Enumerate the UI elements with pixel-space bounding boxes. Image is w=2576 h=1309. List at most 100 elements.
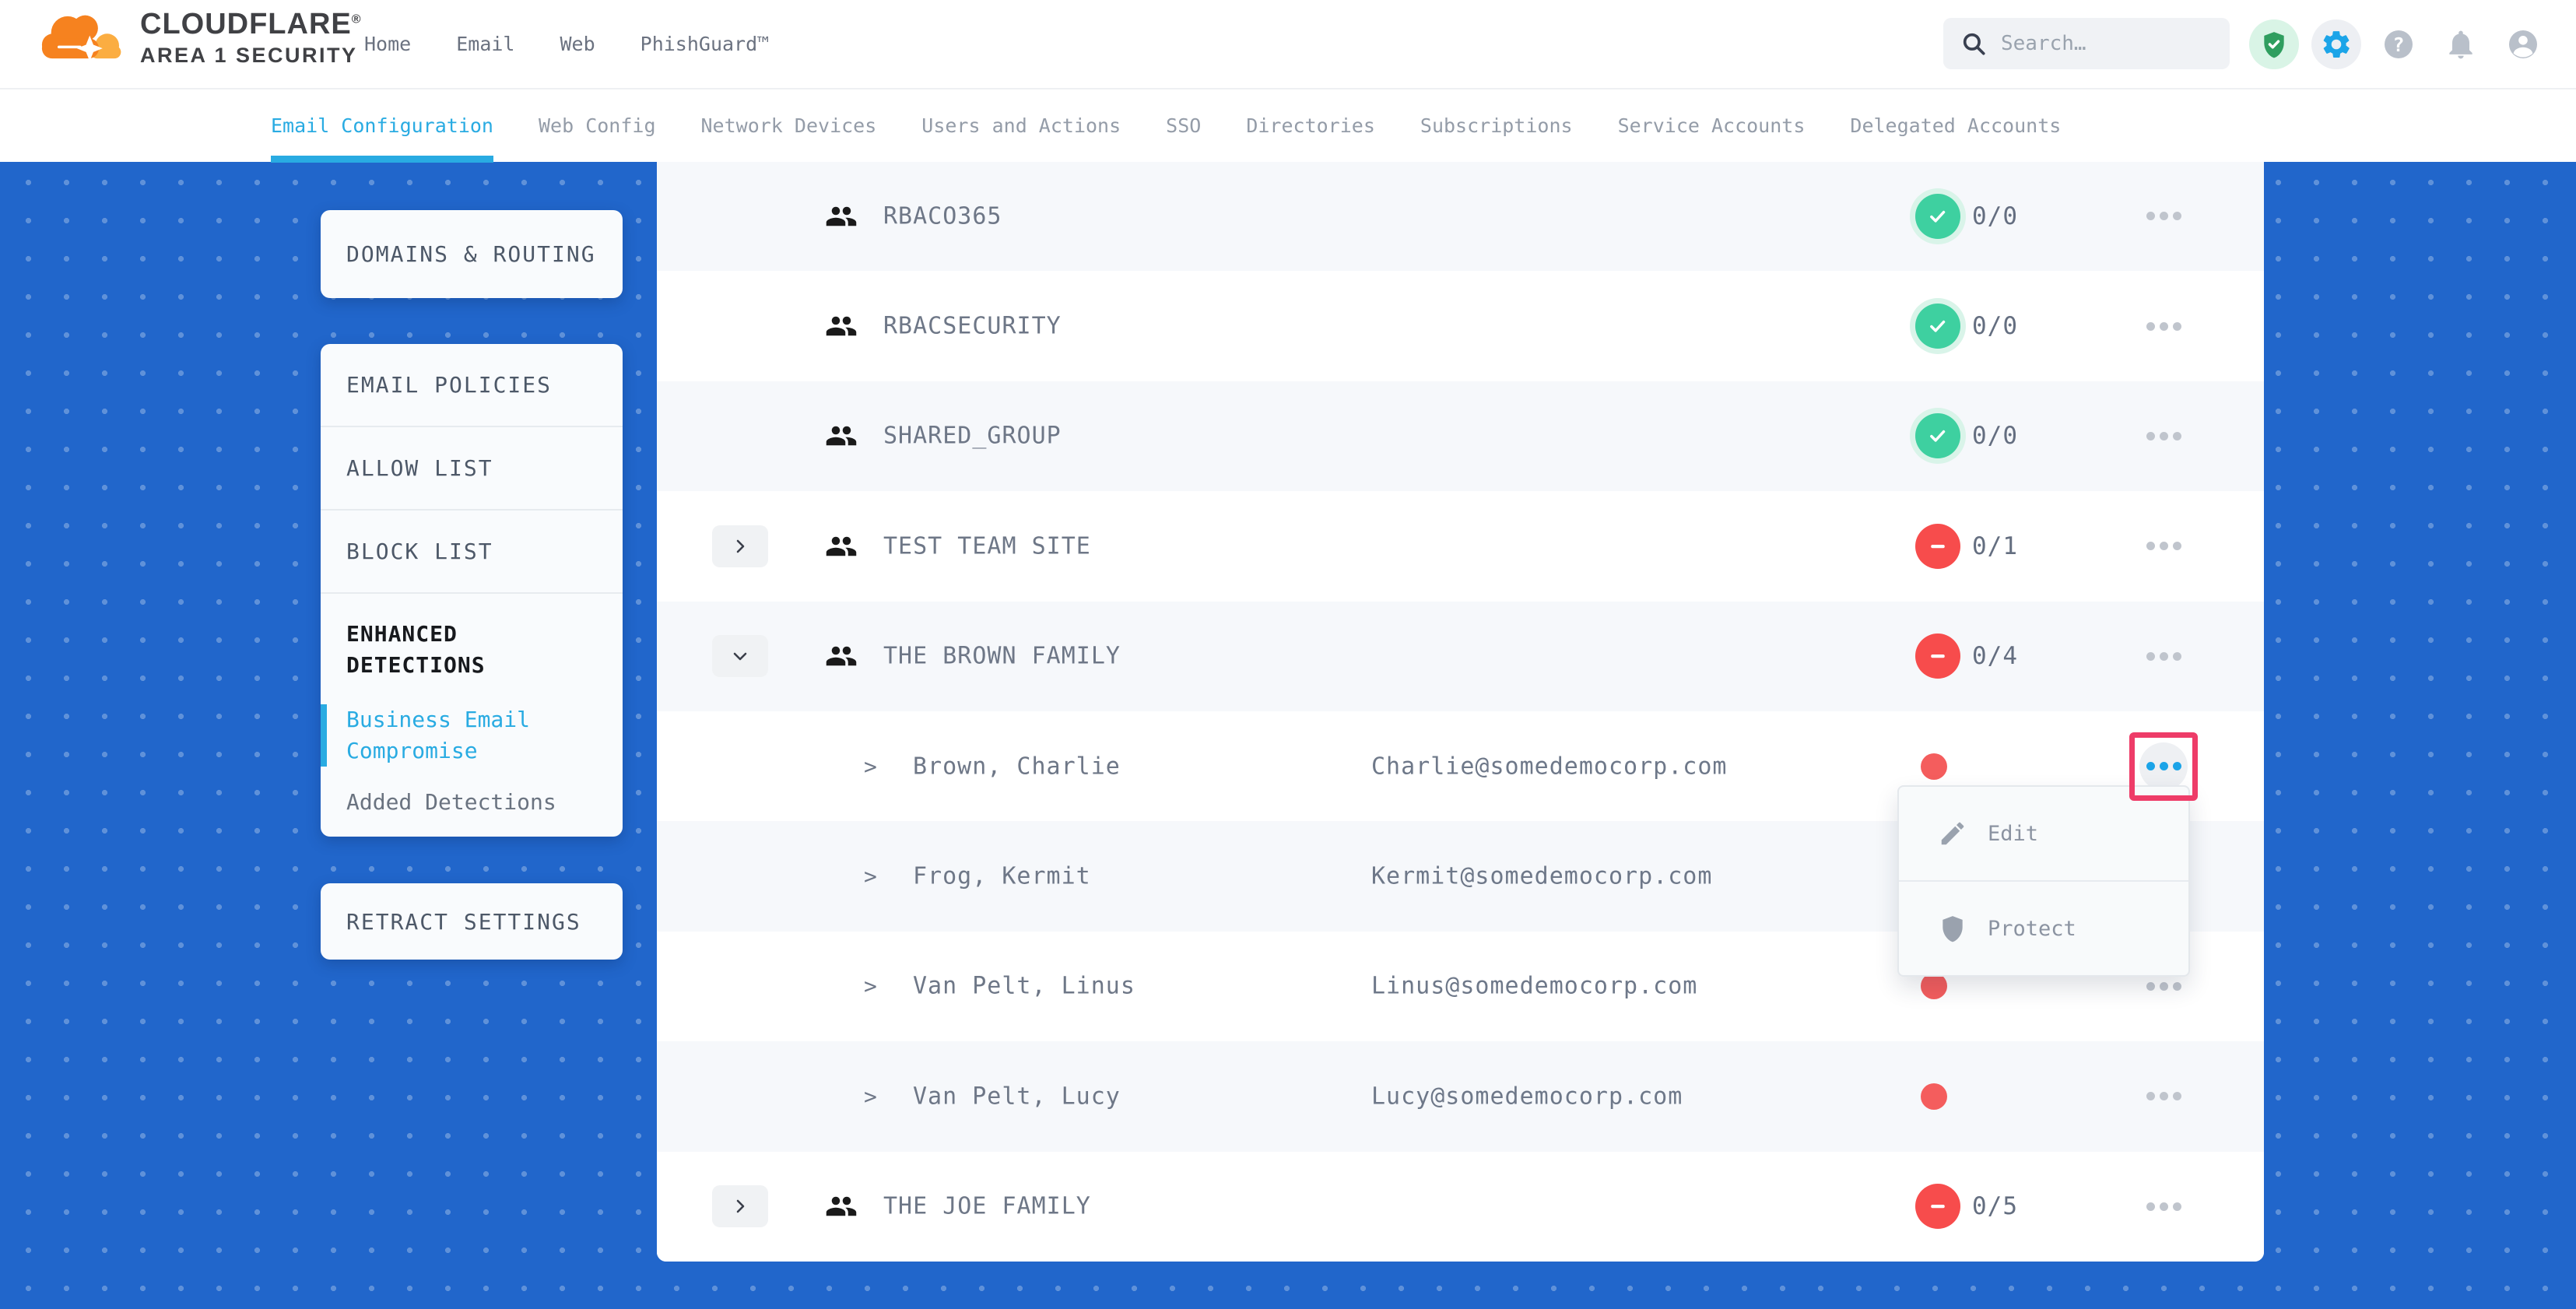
tab[interactable]: Delegated Accounts <box>1850 89 2061 163</box>
context-menu-item[interactable]: Protect <box>1899 880 2188 975</box>
status-minus-icon <box>1915 1184 1960 1229</box>
table-row[interactable]: SHARED_GROUP 0/0 <box>657 381 2264 491</box>
gear-icon[interactable] <box>2311 19 2361 69</box>
group-icon <box>825 1190 858 1223</box>
chevron-right-icon <box>731 537 749 556</box>
group-icon <box>825 200 858 233</box>
status-check-icon <box>1915 194 1960 239</box>
tab[interactable]: Users and Actions <box>921 89 1121 163</box>
sidebar-item-email-policies[interactable]: EMAIL POLICIES <box>321 344 623 427</box>
search-icon <box>1960 30 1987 57</box>
pencil-icon <box>1938 819 1967 848</box>
status-count: 0/5 <box>1972 1192 2018 1220</box>
row-more-button[interactable] <box>2139 632 2188 680</box>
group-icon <box>825 310 858 342</box>
table-row[interactable]: THE JOE FAMILY 0/5 <box>657 1152 2264 1262</box>
group-icon <box>825 640 858 672</box>
chevron-right-icon <box>731 1197 749 1216</box>
user-email: Linus@somedemocorp.com <box>1371 973 1697 1000</box>
groups-table: RBACO365 0/0 RBACSECURITY <box>657 161 2264 1262</box>
nav-link[interactable]: PhishGuard™ <box>640 33 770 55</box>
collapse-button[interactable] <box>712 635 768 677</box>
user-name: Brown, Charlie <box>913 753 1121 780</box>
cloudflare-cloud-icon <box>37 5 129 70</box>
tab[interactable]: Service Accounts <box>1618 89 1806 163</box>
user-email: Lucy@somedemocorp.com <box>1371 1083 1683 1110</box>
group-name: RBACO365 <box>883 202 1002 230</box>
sidebar-item-block-list[interactable]: BLOCK LIST <box>321 511 623 594</box>
status-count: 0/4 <box>1972 642 2018 670</box>
user-name: Van Pelt, Lucy <box>913 1083 1121 1110</box>
table-row[interactable]: THE BROWN FAMILY 0/4 <box>657 602 2264 711</box>
help-icon[interactable]: ? <box>2374 19 2423 69</box>
user-email: Kermit@somedemocorp.com <box>1371 863 1712 890</box>
brand-subtitle: AREA 1 SECURITY <box>140 44 362 68</box>
table-row[interactable]: TEST TEAM SITE 0/1 <box>657 491 2264 601</box>
row-more-button[interactable] <box>2139 1182 2188 1230</box>
cloudflare-logo[interactable]: CLOUDFLARE® AREA 1 SECURITY <box>37 5 362 70</box>
table-row[interactable]: RBACSECURITY 0/0 <box>657 271 2264 381</box>
status-minus-icon <box>1915 633 1960 679</box>
row-more-button[interactable] <box>2139 302 2188 350</box>
group-name: THE JOE FAMILY <box>883 1193 1091 1220</box>
search-box[interactable] <box>1943 18 2230 69</box>
svg-text:?: ? <box>2392 33 2404 55</box>
user-chevron: > <box>864 864 877 890</box>
nav-link[interactable]: Home <box>364 33 411 55</box>
sidebar-item-business-email-compromise[interactable]: Business Email Compromise <box>321 704 546 767</box>
bell-icon[interactable] <box>2436 19 2486 69</box>
tab[interactable]: Network Devices <box>701 89 877 163</box>
status-check-icon <box>1915 413 1960 458</box>
row-context-menu: Edit Protect <box>1897 785 2190 977</box>
status-count: 0/0 <box>1972 422 2018 450</box>
row-more-button[interactable] <box>2139 522 2188 570</box>
row-more-button[interactable] <box>2139 192 2188 240</box>
sidebar-item-domains-routing[interactable]: DOMAINS & ROUTING <box>321 210 623 298</box>
nav-link[interactable]: Email <box>456 33 514 55</box>
table-row[interactable]: > Van Pelt, Lucy Lucy@somedemocorp.com <box>657 1041 2264 1151</box>
context-menu-label: Edit <box>1988 822 2038 846</box>
tab[interactable]: Subscriptions <box>1420 89 1573 163</box>
status-minus-icon <box>1915 524 1960 569</box>
group-name: TEST TEAM SITE <box>883 532 1091 560</box>
group-icon <box>825 530 858 563</box>
user-name: Frog, Kermit <box>913 863 1091 890</box>
tab[interactable]: Web Config <box>539 89 656 163</box>
shield-check-icon[interactable] <box>2249 19 2299 69</box>
row-more-button[interactable] <box>2139 412 2188 460</box>
status-dot <box>1921 973 1947 999</box>
secondary-tab-bar: Email Configuration Web Config Network D… <box>0 88 2576 162</box>
status-dot <box>1921 1083 1947 1110</box>
row-more-button-active[interactable] <box>2139 742 2188 791</box>
context-menu-item[interactable]: Edit <box>1899 787 2188 880</box>
expand-button[interactable] <box>712 1185 768 1227</box>
group-name: SHARED_GROUP <box>883 423 1062 450</box>
user-chevron: > <box>864 974 877 999</box>
account-icon[interactable] <box>2498 19 2548 69</box>
status-check-icon <box>1915 304 1960 349</box>
header-icon-group: ? <box>2249 0 2548 88</box>
user-email: Charlie@somedemocorp.com <box>1371 753 1727 780</box>
group-name: RBACSECURITY <box>883 313 1062 340</box>
tab[interactable]: SSO <box>1166 89 1201 163</box>
group-name: THE BROWN FAMILY <box>883 643 1121 670</box>
nav-link[interactable]: Web <box>560 33 595 55</box>
top-header: CLOUDFLARE® AREA 1 SECURITY Home Email W… <box>0 0 2576 88</box>
tab[interactable]: Directories <box>1246 89 1375 163</box>
primary-nav: Home Email Web PhishGuard™ <box>364 0 769 88</box>
row-more-button[interactable] <box>2139 1072 2188 1121</box>
context-menu-label: Protect <box>1988 917 2076 941</box>
user-chevron: > <box>864 1083 877 1109</box>
chevron-down-icon <box>731 647 749 665</box>
sidebar-item-allow-list[interactable]: ALLOW LIST <box>321 427 623 511</box>
expand-button[interactable] <box>712 525 768 567</box>
sidebar-item-added-detections[interactable]: Added Detections <box>321 787 623 818</box>
sidebar-section-enhanced-detections: ENHANCED DETECTIONS <box>321 619 554 681</box>
status-dot <box>1921 753 1947 780</box>
sidebar-item-retract-settings[interactable]: RETRACT SETTINGS <box>321 883 623 960</box>
brand-name: CLOUDFLARE® <box>140 8 362 41</box>
search-input[interactable] <box>2001 32 2213 55</box>
tab[interactable]: Email Configuration <box>271 89 493 163</box>
group-icon <box>825 419 858 452</box>
table-row[interactable]: RBACO365 0/0 <box>657 161 2264 271</box>
